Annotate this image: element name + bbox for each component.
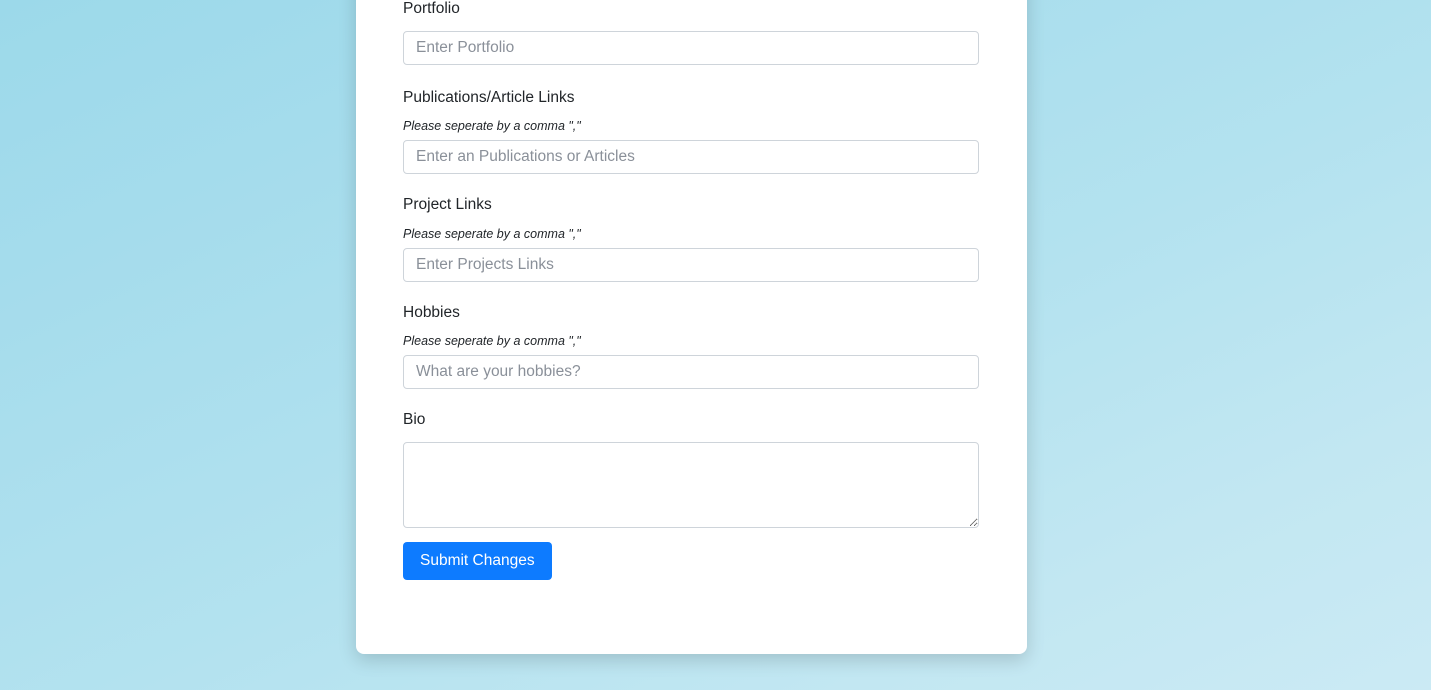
profile-form: Portfolio Publications/Article Links Ple… [403, 0, 979, 580]
portfolio-input[interactable] [403, 30, 979, 65]
field-hobbies: Hobbies Please seperate by a comma "," [403, 304, 979, 390]
label-project-links: Project Links [403, 196, 492, 214]
project-links-input[interactable] [403, 247, 979, 282]
field-project-links: Project Links Please seperate by a comma… [403, 196, 979, 282]
bio-textarea[interactable] [403, 441, 979, 528]
label-hobbies: Hobbies [403, 303, 460, 321]
publications-input[interactable] [403, 140, 979, 175]
profile-form-card: 👻👽👾🤖💩😺😸😻😼😽🙀😿😾🙉🙈 🙊🐵👶🧒👦👧🧑👱👨🧔👩👩‍🦰🧑‍🦰👩‍🦱👨‍🎓 … [356, 0, 1027, 654]
hobbies-input[interactable] [403, 355, 979, 390]
submit-changes-button[interactable]: Submit Changes [403, 541, 552, 580]
field-bio: Bio [403, 411, 979, 528]
label-bio: Bio [403, 411, 426, 429]
hint-hobbies: Please seperate by a comma "," [403, 334, 581, 349]
field-publications: Publications/Article Links Please sepera… [403, 89, 979, 175]
label-portfolio: Portfolio [403, 0, 460, 17]
hint-publications: Please seperate by a comma "," [403, 119, 581, 134]
label-publications: Publications/Article Links [403, 88, 575, 106]
field-portfolio: Portfolio [403, 0, 979, 65]
hint-project-links: Please seperate by a comma "," [403, 226, 581, 241]
